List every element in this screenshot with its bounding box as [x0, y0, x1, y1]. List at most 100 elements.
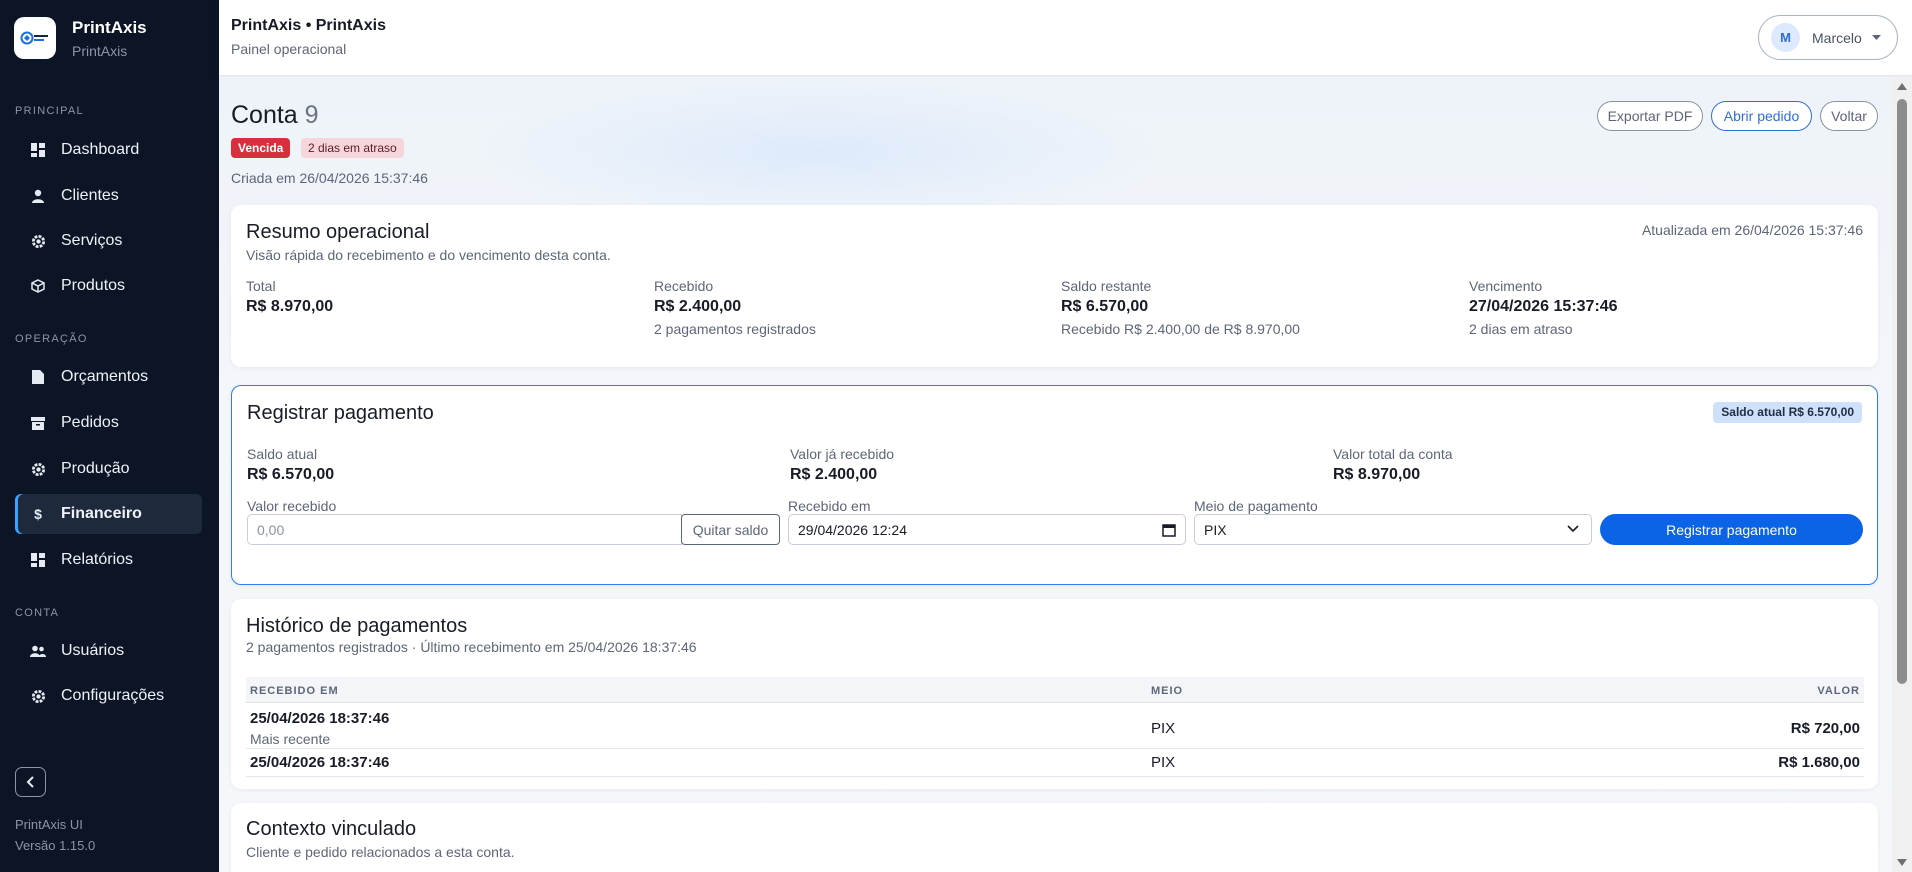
sidebar-item-label: Produtos: [61, 277, 126, 294]
user-icon: [29, 187, 47, 205]
linked-context-card: Contexto vinculado Cliente e pedido rela…: [231, 803, 1878, 872]
current-balance-badge: Saldo atual R$ 6.570,00: [1713, 402, 1862, 423]
payment-method-label: Meio de pagamento: [1194, 498, 1318, 514]
section-label-conta: CONTA: [15, 607, 60, 619]
sidebar-item-usuarios[interactable]: Usuários: [15, 631, 202, 671]
avatar: M: [1771, 23, 1800, 52]
export-pdf-button[interactable]: Exportar PDF: [1597, 101, 1703, 131]
summary-updated: Atualizada em 26/04/2026 15:37:46: [1641, 222, 1863, 238]
amount-label: Valor recebido: [247, 498, 337, 514]
settle-balance-button[interactable]: Quitar saldo: [681, 514, 780, 545]
sidebar-item-financeiro[interactable]: $ Financeiro: [15, 494, 202, 534]
column-method: MEIO: [1151, 685, 1184, 697]
footer-app-name: PrintAxis UI: [15, 817, 83, 832]
calendar-icon[interactable]: [1162, 523, 1176, 537]
row-note: Mais recente: [250, 731, 331, 747]
scroll-thumb[interactable]: [1897, 99, 1907, 684]
account-number: 9: [304, 101, 319, 129]
section-label-operacao: OPERAÇÃO: [15, 333, 88, 345]
received-at-value: 29/04/2026 12:24: [798, 521, 907, 538]
row-date: 25/04/2026 18:37:46: [250, 710, 390, 727]
sidebar-item-pedidos[interactable]: Pedidos: [15, 403, 202, 443]
summary-subtitle: Visão rápida do recebimento e do vencime…: [246, 247, 611, 263]
register-payment-card: Registrar pagamento Saldo atual R$ 6.570…: [231, 385, 1878, 585]
received-at-input[interactable]: 29/04/2026 12:24: [788, 514, 1186, 545]
sidebar-item-producao[interactable]: Produção: [15, 449, 202, 489]
box-icon: [29, 277, 47, 295]
sidebar-item-label: Relatórios: [61, 551, 134, 568]
sidebar-item-configuracoes[interactable]: Configurações: [15, 676, 202, 716]
sidebar-item-relatorios[interactable]: Relatórios: [15, 540, 202, 580]
table-row: 25/04/2026 18:37:46 PIX R$ 1.680,00: [246, 749, 1864, 777]
brand[interactable]: PrintAxis PrintAxis: [14, 17, 147, 59]
column-received-at: RECEBIDO EM: [250, 685, 339, 697]
sidebar-item-orcamentos[interactable]: Orçamentos: [15, 357, 202, 397]
due-value: 27/04/2026 15:37:46: [1469, 298, 1618, 315]
due-label: Vencimento: [1469, 278, 1543, 294]
collapse-sidebar-button[interactable]: [15, 767, 46, 797]
summary-title: Resumo operacional: [246, 221, 430, 243]
topbar-title: PrintAxis • PrintAxis: [231, 17, 386, 34]
balance-sub: Recebido R$ 2.400,00 de R$ 8.970,00: [1061, 321, 1300, 337]
user-menu[interactable]: M Marcelo: [1758, 15, 1898, 60]
page-title-text: Conta: [231, 101, 298, 129]
context-title: Contexto vinculado: [246, 818, 417, 840]
context-subtitle: Cliente e pedido relacionados a esta con…: [246, 844, 515, 860]
row-value: R$ 1.680,00: [1778, 754, 1860, 771]
balance-label: Saldo restante: [1061, 278, 1152, 294]
users-icon: [29, 642, 47, 660]
row-date: 25/04/2026 18:37:46: [250, 754, 390, 771]
received-at-label: Recebido em: [788, 498, 871, 514]
brand-name: PrintAxis: [72, 17, 147, 37]
sidebar-item-clientes[interactable]: Clientes: [15, 176, 202, 216]
received-sub: 2 pagamentos registrados: [654, 321, 816, 337]
scroll-down-arrow-icon[interactable]: [1897, 859, 1907, 866]
table-row: 25/04/2026 18:37:46 Mais recente PIX R$ …: [246, 704, 1864, 749]
payment-title: Registrar pagamento: [247, 402, 434, 424]
account-total-label: Valor total da conta: [1333, 446, 1453, 462]
sidebar-item-label: Clientes: [61, 187, 119, 204]
register-payment-button[interactable]: Registrar pagamento: [1600, 514, 1863, 545]
chevron-left-icon: [26, 776, 34, 788]
settings-icon: [29, 687, 47, 705]
dollar-icon: $: [34, 506, 42, 522]
sidebar-item-label: Pedidos: [61, 414, 119, 431]
status-badge: Vencida: [231, 138, 291, 158]
current-balance-value: R$ 6.570,00: [247, 466, 335, 483]
sidebar-item-label: Orçamentos: [61, 368, 149, 385]
total-value: R$ 8.970,00: [246, 298, 334, 315]
sidebar: PrintAxis PrintAxis PRINCIPAL Dashboard …: [0, 0, 219, 872]
open-order-button[interactable]: Abrir pedido: [1711, 101, 1812, 131]
due-sub: 2 dias em atraso: [1469, 321, 1573, 337]
already-received-label: Valor já recebido: [790, 446, 895, 462]
amount-input[interactable]: 0,00: [247, 514, 682, 545]
balance-value: R$ 6.570,00: [1061, 298, 1149, 315]
gear-icon: [29, 232, 47, 250]
created-date: Criada em 26/04/2026 15:37:46: [231, 170, 428, 186]
payment-history-card: Histórico de pagamentos 2 pagamentos reg…: [231, 599, 1878, 789]
cog-icon: [29, 460, 47, 478]
user-name: Marcelo: [1812, 29, 1862, 46]
footer-version: Versão 1.15.0: [15, 838, 96, 853]
dashboard-icon: [29, 141, 47, 159]
main-content: Conta 9 Vencida 2 dias em atraso Criada …: [219, 77, 1892, 872]
sidebar-item-dashboard[interactable]: Dashboard: [15, 130, 202, 170]
row-method: PIX: [1151, 720, 1176, 737]
page-title: Conta 9: [231, 101, 319, 130]
brand-sub: PrintAxis: [72, 42, 128, 59]
payment-method-select[interactable]: PIX: [1194, 514, 1592, 545]
overdue-badge: 2 dias em atraso: [301, 138, 404, 158]
caret-down-icon: [1871, 35, 1881, 40]
sidebar-item-produtos[interactable]: Produtos: [15, 266, 202, 306]
scroll-up-arrow-icon[interactable]: [1897, 83, 1907, 90]
sidebar-item-servicos[interactable]: Serviços: [15, 221, 202, 261]
received-value: R$ 2.400,00: [654, 298, 742, 315]
sidebar-item-label: Dashboard: [61, 141, 140, 158]
section-label-principal: PRINCIPAL: [15, 105, 84, 117]
sidebar-item-label: Financeiro: [61, 505, 142, 522]
topbar: PrintAxis • PrintAxis Painel operacional…: [219, 0, 1912, 76]
document-icon: [29, 368, 47, 386]
received-label: Recebido: [654, 278, 714, 294]
page-scrollbar[interactable]: [1892, 77, 1912, 872]
back-button[interactable]: Voltar: [1820, 101, 1878, 131]
